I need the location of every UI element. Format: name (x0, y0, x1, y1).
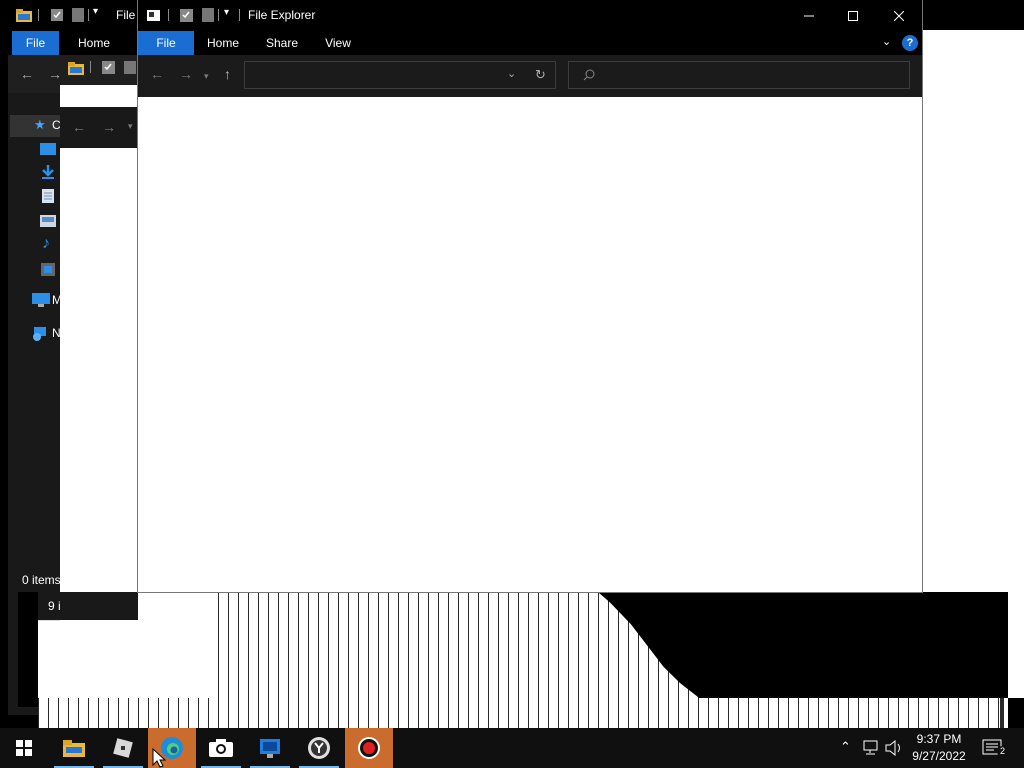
downloads-icon (42, 165, 54, 179)
show-hidden-icons-icon[interactable]: ⌃ (840, 740, 851, 754)
taskbar-control-panel[interactable] (246, 728, 294, 768)
window-title: File (116, 8, 136, 22)
address-dropdown-icon[interactable]: ⌄ (507, 67, 516, 80)
action-center-button[interactable]: 2 (982, 738, 1008, 758)
status-bar: 9 i (38, 592, 138, 620)
forward-arrow-icon[interactable]: → (179, 67, 193, 81)
up-arrow-icon[interactable]: ↑ (224, 67, 231, 81)
back-window-2-nav: ← → ▾ (60, 107, 138, 148)
clock-app-icon (308, 737, 330, 759)
clock-date: 9/27/2022 (912, 749, 966, 763)
back-window-2-titlebar (60, 55, 138, 85)
system-clock[interactable]: 9:37 PM 9/27/2022 (906, 731, 972, 765)
network-icon (33, 327, 46, 341)
properties-icon[interactable] (102, 61, 115, 74)
pictures-icon (40, 215, 56, 227)
minimize-button[interactable] (786, 0, 832, 31)
mouse-cursor-icon (152, 748, 166, 768)
network-icon[interactable] (862, 740, 880, 756)
close-button[interactable] (876, 0, 922, 31)
documents-icon (42, 189, 54, 203)
properties-icon[interactable] (180, 8, 194, 22)
properties-icon[interactable] (50, 8, 64, 22)
star-icon: ★ (34, 117, 46, 132)
quick-access-dropdown-icon[interactable]: ▾ (224, 7, 229, 18)
help-icon[interactable]: ? (902, 35, 918, 51)
record-icon (358, 737, 380, 759)
tab-home[interactable]: Home (78, 31, 110, 55)
tab-file[interactable]: File (138, 31, 194, 55)
maximize-button[interactable] (830, 0, 876, 31)
control-panel-icon (260, 739, 280, 758)
refresh-icon[interactable]: ↻ (535, 67, 546, 83)
quick-access-dropdown-icon[interactable]: ▾ (93, 6, 98, 17)
navigation-pane: ★ C ♪ M N (8, 93, 62, 569)
minimize-icon (804, 15, 814, 16)
maximize-icon (848, 10, 858, 21)
status-bar: 0 items (8, 569, 60, 592)
ribbon-tabs: File Home Share View ⌄ ? (138, 31, 922, 55)
tab-home[interactable]: Home (200, 31, 246, 55)
address-bar[interactable]: ⌄ ↻ (244, 61, 556, 89)
search-box[interactable] (568, 61, 910, 89)
recent-locations-icon[interactable]: ▾ (204, 69, 209, 83)
desktop-icon (40, 143, 56, 155)
explorer-titlebar[interactable]: ▾ File Explorer (138, 0, 922, 31)
close-icon (894, 10, 904, 21)
back-arrow-icon[interactable]: ← (20, 66, 34, 82)
navigation-bar: ← → ▾ ↑ ⌄ ↻ (138, 55, 922, 97)
camera-icon (209, 739, 233, 757)
explorer-window-icon (147, 10, 160, 21)
ghost-window-titlebar (920, 0, 1024, 30)
folder-icon (16, 9, 32, 22)
new-folder-icon[interactable] (72, 8, 84, 22)
roblox-icon (113, 738, 133, 758)
tab-view[interactable]: View (318, 31, 358, 55)
taskbar-recorder[interactable] (345, 728, 393, 768)
new-folder-icon[interactable] (124, 61, 136, 74)
back-window-1-bottom (8, 592, 38, 715)
file-list-area[interactable] (138, 97, 922, 592)
back-window-2-ribbon (60, 85, 138, 107)
new-folder-icon[interactable] (202, 8, 216, 22)
tab-share[interactable]: Share (260, 31, 304, 55)
taskbar-file-explorer[interactable] (50, 728, 98, 768)
forward-arrow-icon[interactable]: → (102, 119, 116, 135)
expand-ribbon-icon[interactable]: ⌄ (882, 35, 891, 48)
music-icon: ♪ (42, 235, 50, 252)
folder-icon (68, 62, 84, 75)
taskbar-roblox[interactable] (99, 728, 147, 768)
back-window-1-titlebar: ▾ File (8, 0, 138, 31)
videos-icon (41, 263, 55, 276)
volume-icon[interactable] (885, 740, 903, 756)
windows-logo-icon (16, 740, 32, 756)
taskbar-clock-app[interactable] (295, 728, 343, 768)
recent-locations-icon[interactable]: ▾ (128, 121, 133, 132)
clock-time: 9:37 PM (916, 732, 962, 746)
back-arrow-icon[interactable]: ← (150, 67, 164, 81)
back-arrow-icon[interactable]: ← (72, 119, 86, 135)
window-title: File Explorer (248, 8, 316, 22)
quick-access-item[interactable]: ★ C (10, 115, 61, 137)
taskbar-camera[interactable] (197, 728, 245, 768)
this-pc-icon (32, 293, 50, 307)
file-explorer-icon (63, 740, 85, 757)
notification-count: 2 (997, 746, 1008, 757)
start-button[interactable] (0, 728, 48, 768)
tab-file[interactable]: File (12, 31, 59, 55)
search-icon (583, 69, 595, 81)
back-window-2-content (60, 148, 138, 592)
